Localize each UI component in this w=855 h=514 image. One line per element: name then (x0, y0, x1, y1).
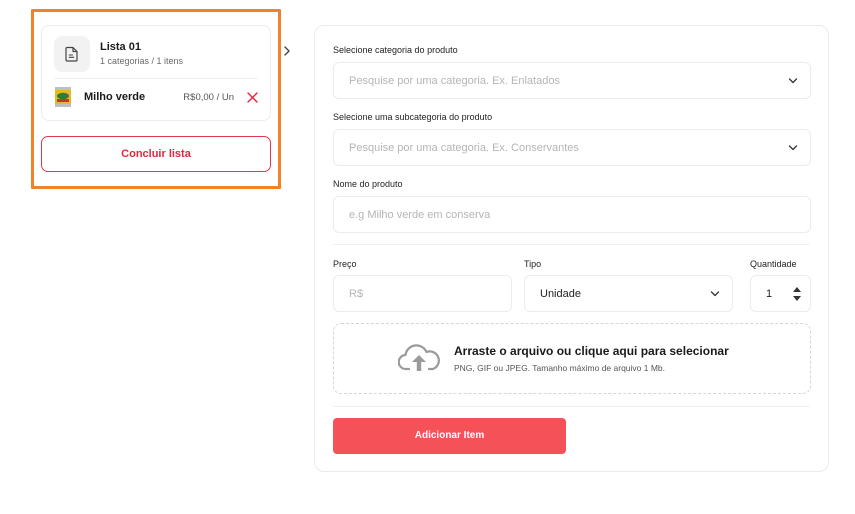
price-placeholder: R$ (349, 288, 364, 300)
subcategory-placeholder: Pesquise por uma categoria. Ex. Conserva… (349, 142, 579, 154)
price-label: Preço (333, 259, 357, 269)
chevron-down-icon (710, 291, 720, 297)
list-panel: Lista 01 1 categorias / 1 itens Milho ve… (31, 9, 281, 189)
close-icon[interactable] (246, 91, 258, 103)
item-name: Milho verde (84, 91, 146, 103)
category-label: Selecione categoria do produto (333, 45, 458, 55)
product-name-placeholder: e.g Milho verde em conserva (349, 209, 491, 221)
product-name-input[interactable]: e.g Milho verde em conserva (333, 196, 811, 233)
list-item: Milho verde R$0,00 / Un (54, 84, 258, 110)
type-label: Tipo (524, 259, 542, 269)
divider (333, 244, 810, 245)
spinner-arrows-icon[interactable] (792, 285, 802, 303)
list-title: Lista 01 (100, 41, 141, 53)
type-select[interactable]: Unidade (524, 275, 733, 312)
cloud-upload-icon (398, 344, 440, 371)
list-header: Lista 01 1 categorias / 1 itens (54, 36, 183, 72)
list-card: Lista 01 1 categorias / 1 itens Milho ve… (41, 25, 271, 121)
upload-subtitle: PNG, GIF ou JPEG. Tamanho máximo de arqu… (454, 363, 666, 373)
add-item-button[interactable]: Adicionar Item (333, 418, 566, 454)
subcategory-label: Selecione uma subcategoria do produto (333, 112, 493, 122)
list-subtitle: 1 categorias / 1 itens (100, 56, 184, 66)
type-value: Unidade (540, 288, 581, 300)
quantity-value: 1 (766, 288, 773, 300)
quantity-stepper[interactable]: 1 (750, 275, 811, 312)
product-thumbnail-icon (54, 86, 72, 108)
divider (54, 78, 258, 79)
product-form: Selecione categoria do produto Pesquise … (314, 25, 829, 472)
chevron-right-icon[interactable] (283, 45, 291, 57)
document-icon (54, 36, 90, 72)
item-price: R$0,00 / Un (183, 91, 234, 103)
upload-title: Arraste o arquivo ou clique aqui para se… (454, 344, 729, 358)
price-input[interactable]: R$ (333, 275, 512, 312)
category-placeholder: Pesquise por uma categoria. Ex. Enlatado… (349, 75, 560, 87)
chevron-down-icon (788, 78, 798, 84)
subcategory-select[interactable]: Pesquise por uma categoria. Ex. Conserva… (333, 129, 811, 166)
file-upload-dropzone[interactable]: Arraste o arquivo ou clique aqui para se… (333, 323, 811, 394)
quantity-label: Quantidade (750, 259, 797, 269)
chevron-down-icon (788, 145, 798, 151)
product-name-label: Nome do produto (333, 179, 403, 189)
conclude-list-button[interactable]: Concluir lista (41, 136, 271, 172)
category-select[interactable]: Pesquise por uma categoria. Ex. Enlatado… (333, 62, 811, 99)
divider (333, 406, 810, 407)
